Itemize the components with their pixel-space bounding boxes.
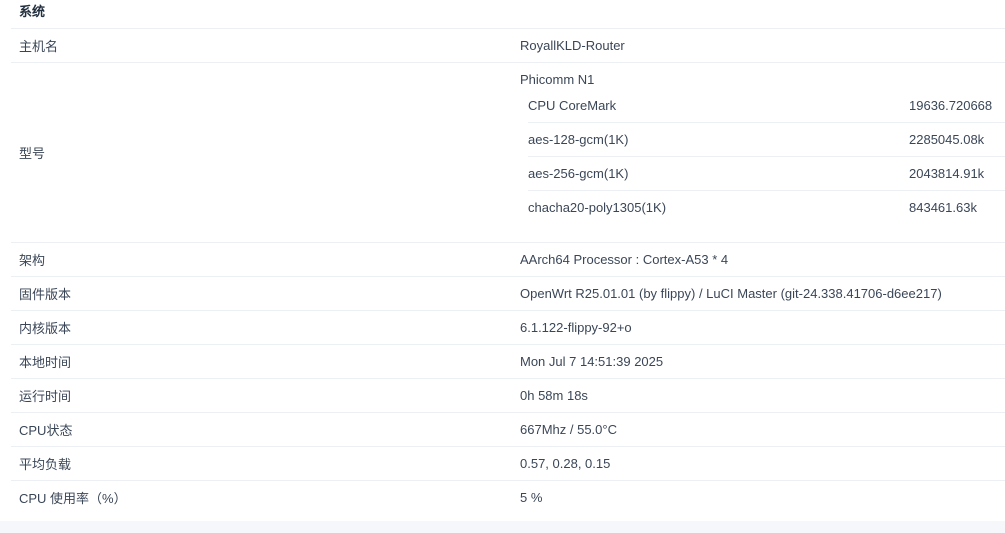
row-architecture: 架构 AArch64 Processor : Cortex-A53 * 4 <box>11 242 1005 277</box>
model-value: Phicomm N1 <box>520 72 595 87</box>
cpu-usage-label: CPU 使用率（%） <box>19 491 127 506</box>
row-hostname: 主机名 RoyallKLD-Router <box>11 29 1005 63</box>
benchmark-value: 843461.63k <box>909 200 977 215</box>
row-firmware: 固件版本 OpenWrt R25.01.01 (by flippy) / LuC… <box>11 276 1005 311</box>
model-label: 型号 <box>11 62 520 243</box>
row-cpu-usage: CPU 使用率（%） 5 % <box>11 481 1005 515</box>
kernel-value: 6.1.122-flippy-92+o <box>520 310 1005 345</box>
benchmark-name: chacha20-poly1305(1K) <box>528 200 667 215</box>
hostname-value: RoyallKLD-Router <box>520 29 1005 63</box>
load-average-label: 平均负载 <box>11 446 520 481</box>
firmware-label: 固件版本 <box>11 276 520 311</box>
row-model: 型号 Phicomm N1 CPU CoreMark 19636.720668 … <box>11 62 1005 243</box>
benchmark-table: CPU CoreMark 19636.720668 aes-128-gcm(1K… <box>528 89 1005 224</box>
system-info-table: 主机名 RoyallKLD-Router 型号 Phicomm N1 CPU C… <box>11 29 1005 514</box>
benchmark-row: CPU CoreMark 19636.720668 <box>528 89 1005 123</box>
cpu-usage-value: 5 % <box>520 490 543 505</box>
cpu-status-value: 667Mhz / 55.0°C <box>520 412 1005 447</box>
local-time-label: 本地时间 <box>11 344 520 379</box>
benchmark-value: 2043814.91k <box>909 156 1005 191</box>
benchmark-value: 2285045.08k <box>909 122 1005 157</box>
row-uptime: 运行时间 0h 58m 18s <box>11 378 1005 413</box>
benchmark-value: 19636.720668 <box>909 89 1005 123</box>
benchmark-row: chacha20-poly1305(1K) 843461.63k <box>528 191 1005 225</box>
kernel-label: 内核版本 <box>11 310 520 345</box>
cpu-status-label: CPU状态 <box>11 412 520 447</box>
firmware-value: OpenWrt R25.01.01 (by flippy) / LuCI Mas… <box>520 276 1005 311</box>
row-cpu-status: CPU状态 667Mhz / 55.0°C <box>11 412 1005 447</box>
uptime-label: 运行时间 <box>11 378 520 413</box>
row-local-time: 本地时间 Mon Jul 7 14:51:39 2025 <box>11 344 1005 379</box>
benchmark-row: aes-128-gcm(1K) 2285045.08k <box>528 122 1005 157</box>
bottom-bar <box>0 521 1005 533</box>
benchmark-row: aes-256-gcm(1K) 2043814.91k <box>528 156 1005 191</box>
row-kernel: 内核版本 6.1.122-flippy-92+o <box>11 310 1005 345</box>
model-cell: Phicomm N1 CPU CoreMark 19636.720668 aes… <box>520 63 1005 242</box>
benchmark-name: CPU CoreMark <box>528 89 909 123</box>
uptime-value: 0h 58m 18s <box>520 378 1005 413</box>
architecture-value: AArch64 Processor : Cortex-A53 * 4 <box>520 242 1005 277</box>
benchmark-name: aes-256-gcm(1K) <box>528 156 909 191</box>
hostname-label: 主机名 <box>11 29 520 63</box>
section-title: 系统 <box>19 4 46 19</box>
local-time-value: Mon Jul 7 14:51:39 2025 <box>520 344 1005 379</box>
load-average-value: 0.57, 0.28, 0.15 <box>520 446 1005 481</box>
row-load-average: 平均负载 0.57, 0.28, 0.15 <box>11 446 1005 481</box>
benchmark-name: aes-128-gcm(1K) <box>528 122 909 157</box>
architecture-label: 架构 <box>11 242 520 277</box>
